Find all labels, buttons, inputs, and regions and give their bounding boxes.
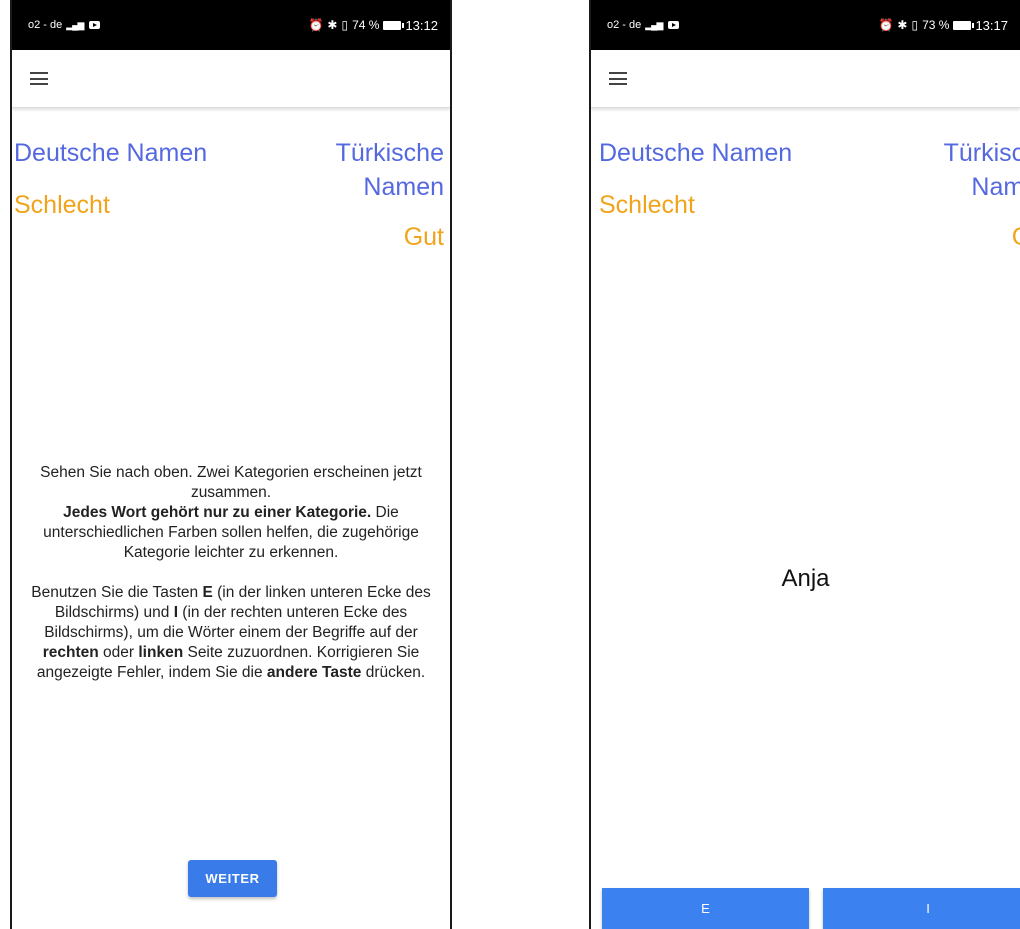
app-bar bbox=[591, 50, 1020, 108]
vibrate-icon: ▯ bbox=[341, 18, 349, 32]
phone-screen-left: o2 - de ▂▄▆ ⏰ ✱ ▯ 74 % 13:12 Deutsche Na… bbox=[10, 0, 452, 929]
phone-screen-right: o2 - de ▂▄▆ ⏰ ✱ ▯ 73 % 13:17 Deutsche Na… bbox=[589, 0, 1020, 929]
carrier-label: o2 - de bbox=[28, 19, 63, 31]
battery-percent: 73 % bbox=[922, 18, 950, 32]
key-i-button[interactable]: I bbox=[823, 888, 1020, 929]
bluetooth-icon: ✱ bbox=[897, 18, 908, 32]
battery-percent: 74 % bbox=[352, 18, 380, 32]
video-icon bbox=[89, 21, 101, 29]
category-left-primary: Deutsche Namen bbox=[14, 139, 208, 167]
category-left-primary: Deutsche Namen bbox=[599, 139, 793, 167]
category-right-secondary: Gut bbox=[403, 223, 444, 251]
category-right-primary: Türkische Namen bbox=[943, 139, 1020, 201]
battery-icon bbox=[953, 20, 975, 30]
category-right-primary: Türkische Namen bbox=[335, 139, 444, 201]
category-right-secondary: Gut bbox=[982, 220, 1020, 254]
category-left-secondary: Schlecht bbox=[14, 191, 110, 219]
alarm-icon: ⏰ bbox=[308, 18, 324, 32]
clock: 13:17 bbox=[975, 17, 1008, 33]
category-left-secondary: Schlecht bbox=[599, 191, 695, 219]
vibrate-icon: ▯ bbox=[911, 18, 919, 32]
stimulus-word: Anja bbox=[781, 565, 830, 592]
app-bar bbox=[12, 50, 450, 108]
instructions-paragraph-1: Sehen Sie nach oben. Zwei Kategorien ers… bbox=[40, 464, 422, 561]
status-bar: o2 - de ▂▄▆ ⏰ ✱ ▯ 74 % 13:12 bbox=[12, 0, 450, 50]
menu-icon[interactable] bbox=[609, 72, 627, 85]
bluetooth-icon: ✱ bbox=[327, 18, 338, 32]
signal-icon: ▂▄▆ bbox=[66, 19, 84, 30]
signal-icon: ▂▄▆ bbox=[645, 19, 663, 30]
status-bar: o2 - de ▂▄▆ ⏰ ✱ ▯ 73 % 13:17 bbox=[591, 0, 1020, 50]
alarm-icon: ⏰ bbox=[878, 18, 894, 32]
instructions-paragraph-2: Benutzen Sie die Tasten E (in der linken… bbox=[31, 584, 431, 681]
battery-icon bbox=[383, 20, 405, 30]
menu-icon[interactable] bbox=[30, 72, 48, 85]
carrier-label: o2 - de bbox=[607, 19, 642, 31]
key-e-button[interactable]: E bbox=[602, 888, 809, 929]
clock: 13:12 bbox=[405, 17, 438, 33]
instructions-text: Sehen Sie nach oben. Zwei Kategorien ers… bbox=[12, 463, 450, 703]
video-icon bbox=[668, 21, 680, 29]
weiter-button[interactable]: WEITER bbox=[188, 860, 277, 897]
